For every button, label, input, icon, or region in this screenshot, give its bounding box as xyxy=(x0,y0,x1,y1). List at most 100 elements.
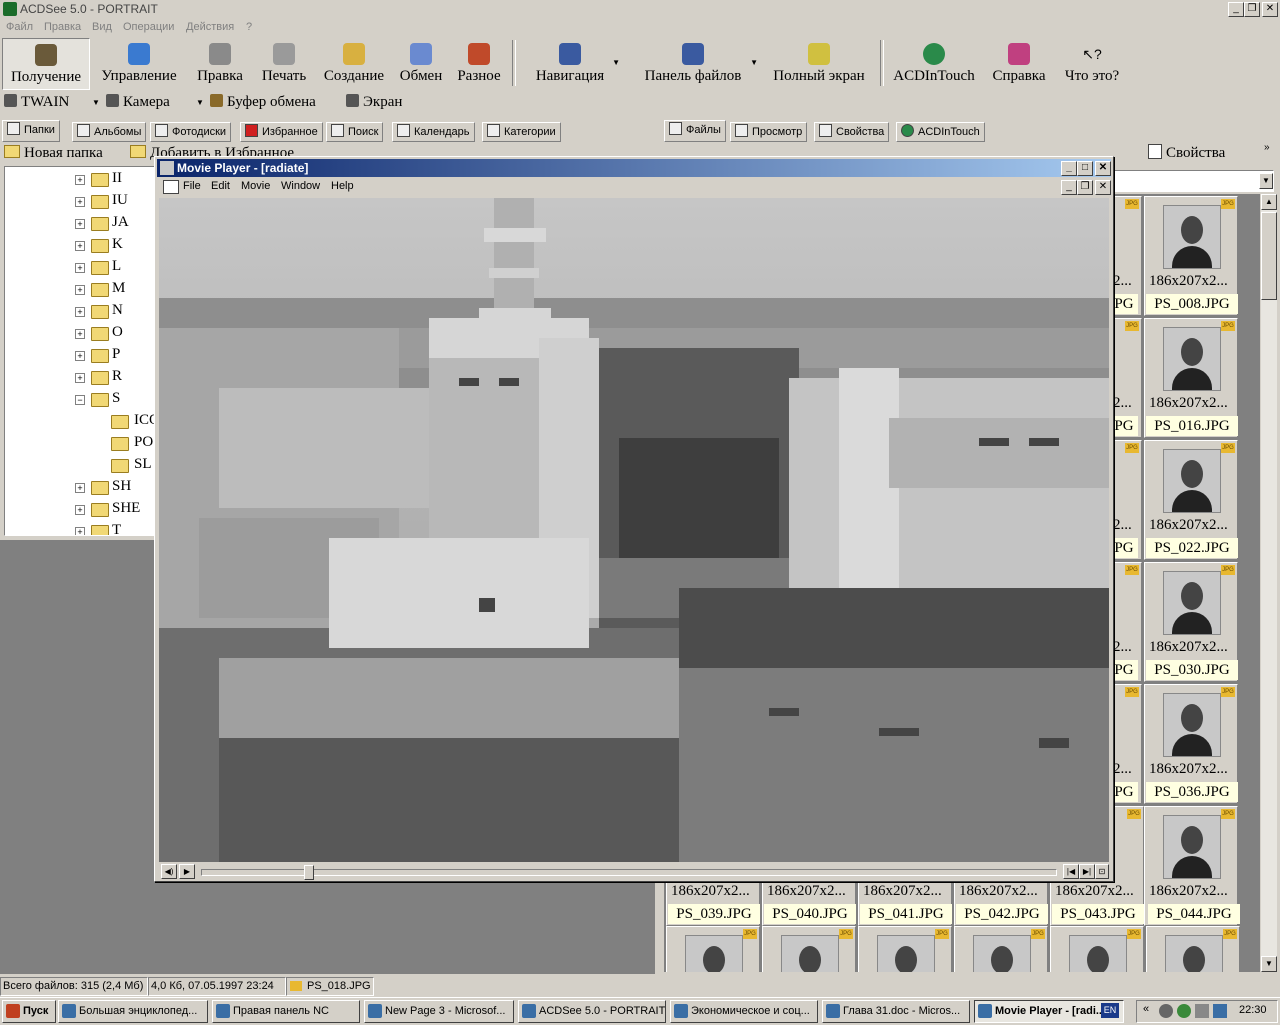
thumbnail[interactable]: JPG xyxy=(762,926,856,972)
tree-expander[interactable]: + xyxy=(75,527,85,535)
clock[interactable]: 22:30 xyxy=(1239,1004,1267,1016)
menu-file[interactable]: Файл xyxy=(6,21,33,33)
thumbnail-filename[interactable]: PS_016.JPG xyxy=(1146,416,1238,436)
tray-monitor-icon[interactable] xyxy=(1213,1004,1227,1018)
tree-node[interactable]: PO xyxy=(5,433,155,455)
properties-button[interactable]: Свойства xyxy=(1148,144,1225,162)
path-combo-dropdown-icon[interactable]: ▼ xyxy=(1259,173,1273,189)
camera-dropdown-icon[interactable]: ▼ xyxy=(196,98,204,107)
tree-node[interactable]: + SH xyxy=(5,477,155,499)
restore-button[interactable]: ❐ xyxy=(1244,2,1260,17)
toolbar-button-create[interactable]: Создание xyxy=(318,38,390,88)
toolbar-button-share[interactable]: Обмен xyxy=(394,38,448,88)
tree-node[interactable]: + R xyxy=(5,367,155,389)
thumbnail-filename[interactable]: PG xyxy=(1110,660,1138,680)
tray-expand-icon[interactable]: « xyxy=(1143,1003,1149,1015)
menu-view[interactable]: Вид xyxy=(92,21,112,33)
menu-operations[interactable]: Операции xyxy=(123,21,174,33)
scroll-thumb[interactable] xyxy=(1261,212,1277,300)
scroll-down-icon[interactable]: ▼ xyxy=(1261,956,1277,972)
tree-expander[interactable]: + xyxy=(75,197,85,207)
toolbar-button-navigation[interactable]: Навигация ▼ xyxy=(518,38,622,88)
size-grip-icon[interactable]: ⊡ xyxy=(1095,864,1109,879)
toolbar-button-misc[interactable]: Разное xyxy=(452,38,506,88)
tab-calendar[interactable]: Календарь xyxy=(392,122,475,142)
tree-node[interactable]: SL xyxy=(5,455,155,477)
tree-node[interactable]: + SHE xyxy=(5,499,155,521)
tree-expander[interactable]: + xyxy=(75,351,85,361)
movie-player-titlebar[interactable]: Movie Player - [radiate] _ □ ✕ xyxy=(157,159,1111,177)
movie-player-window[interactable]: Movie Player - [radiate] _ □ ✕ File Edit… xyxy=(154,156,1114,882)
close-button[interactable]: ✕ xyxy=(1262,2,1278,17)
play-button[interactable]: ▶ xyxy=(179,864,195,879)
tree-node[interactable]: + N xyxy=(5,301,155,323)
tree-expander[interactable]: + xyxy=(75,285,85,295)
seek-thumb[interactable] xyxy=(304,865,314,880)
toolbar-button-file-panel[interactable]: Панель файлов ▼ xyxy=(626,38,760,88)
tab-albums[interactable]: Альбомы xyxy=(72,122,147,142)
movie-menu-movie[interactable]: Movie xyxy=(241,180,270,192)
tree-expander[interactable]: − xyxy=(75,395,85,405)
movie-close-button[interactable]: ✕ xyxy=(1095,161,1111,176)
tree-expander[interactable]: + xyxy=(75,373,85,383)
thumbnail-filename[interactable]: PS_041.JPG xyxy=(860,904,952,924)
tree-expander[interactable]: + xyxy=(75,307,85,317)
seek-bar[interactable] xyxy=(201,865,1057,880)
tab-photodisks[interactable]: Фотодиски xyxy=(150,122,232,142)
movie-maximize-button[interactable]: □ xyxy=(1077,161,1093,176)
tab-categories[interactable]: Категории xyxy=(482,122,561,142)
taskbar-button[interactable]: Экономическое и соц... xyxy=(670,1000,818,1023)
navigation-dropdown-icon[interactable]: ▼ xyxy=(612,58,620,67)
thumbnail[interactable]: JPG xyxy=(1146,926,1240,972)
path-combo[interactable]: ▼ xyxy=(1112,170,1274,192)
tree-node[interactable]: + II xyxy=(5,169,155,191)
folder-tree[interactable]: + II + IU + JA + K + L + M + N + O + P + R − S ICO PO SL + SH + SHE +… xyxy=(4,166,158,536)
toolbar-button-edit[interactable]: Правка xyxy=(190,38,250,88)
thumbnail-filename[interactable]: PS_043.JPG xyxy=(1052,904,1144,924)
tree-node[interactable]: + JA xyxy=(5,213,155,235)
toolbar-button-acdintouch[interactable]: ACDInTouch xyxy=(886,38,982,88)
tree-expander[interactable]: + xyxy=(75,505,85,515)
taskbar-button[interactable]: New Page 3 - Microsof... xyxy=(364,1000,514,1023)
minimize-button[interactable]: _ xyxy=(1228,2,1244,17)
tree-node[interactable]: + P xyxy=(5,345,155,367)
movie-menu-window[interactable]: Window xyxy=(281,180,320,192)
movie-menu-help[interactable]: Help xyxy=(331,180,354,192)
language-indicator[interactable]: EN xyxy=(1101,1003,1119,1018)
thumbnail-filename[interactable]: PS_040.JPG xyxy=(764,904,856,924)
thumbnail-filename[interactable]: PS_036.JPG xyxy=(1146,782,1238,802)
doc-restore-button[interactable]: ❐ xyxy=(1077,180,1093,195)
taskbar-button[interactable]: Правая панель NC xyxy=(212,1000,360,1023)
screen-button[interactable]: Экран xyxy=(346,94,402,111)
thumbnail-filename[interactable]: PG xyxy=(1110,294,1138,314)
tray-network-icon[interactable] xyxy=(1177,1004,1191,1018)
thumbnail-filename[interactable]: PS_039.JPG xyxy=(668,904,760,924)
tab-search[interactable]: Поиск xyxy=(326,122,384,142)
start-button[interactable]: Пуск xyxy=(2,1000,56,1023)
tree-node[interactable]: + T xyxy=(5,521,155,535)
thumbnail[interactable]: JPG xyxy=(954,926,1048,972)
video-frame[interactable] xyxy=(159,198,1109,862)
taskbar-button[interactable]: ACDSee 5.0 - PORTRAIT xyxy=(518,1000,666,1023)
scroll-up-icon[interactable]: ▲ xyxy=(1261,194,1277,210)
doc-close-button[interactable]: ✕ xyxy=(1095,180,1111,195)
volume-icon[interactable]: ◀) xyxy=(161,864,177,879)
thumbnail-filename[interactable]: PS_042.JPG xyxy=(956,904,1048,924)
movie-menu-file[interactable]: File xyxy=(183,180,201,192)
thumbnail[interactable]: JPG xyxy=(666,926,760,972)
tree-node[interactable]: ICO xyxy=(5,411,157,433)
thumbnail-filename[interactable]: PG xyxy=(1110,782,1138,802)
thumbnail-filename[interactable]: PS_030.JPG xyxy=(1146,660,1238,680)
step-back-button[interactable]: |◀ xyxy=(1063,864,1079,879)
tree-expander[interactable]: + xyxy=(75,263,85,273)
thumbnail-filename[interactable]: PS_008.JPG xyxy=(1146,294,1238,314)
thumbnail-filename[interactable]: PS_044.JPG xyxy=(1148,904,1240,924)
menu-edit[interactable]: Правка xyxy=(44,21,81,33)
tree-node[interactable]: − S xyxy=(5,389,155,411)
thumbnail[interactable]: JPG xyxy=(858,926,952,972)
tree-node[interactable]: + L xyxy=(5,257,155,279)
menu-help[interactable]: ? xyxy=(246,21,252,33)
tree-expander[interactable]: + xyxy=(75,329,85,339)
clipboard-button[interactable]: Буфер обмена xyxy=(210,94,316,111)
toolbar-button-manage[interactable]: Управление xyxy=(92,38,186,88)
